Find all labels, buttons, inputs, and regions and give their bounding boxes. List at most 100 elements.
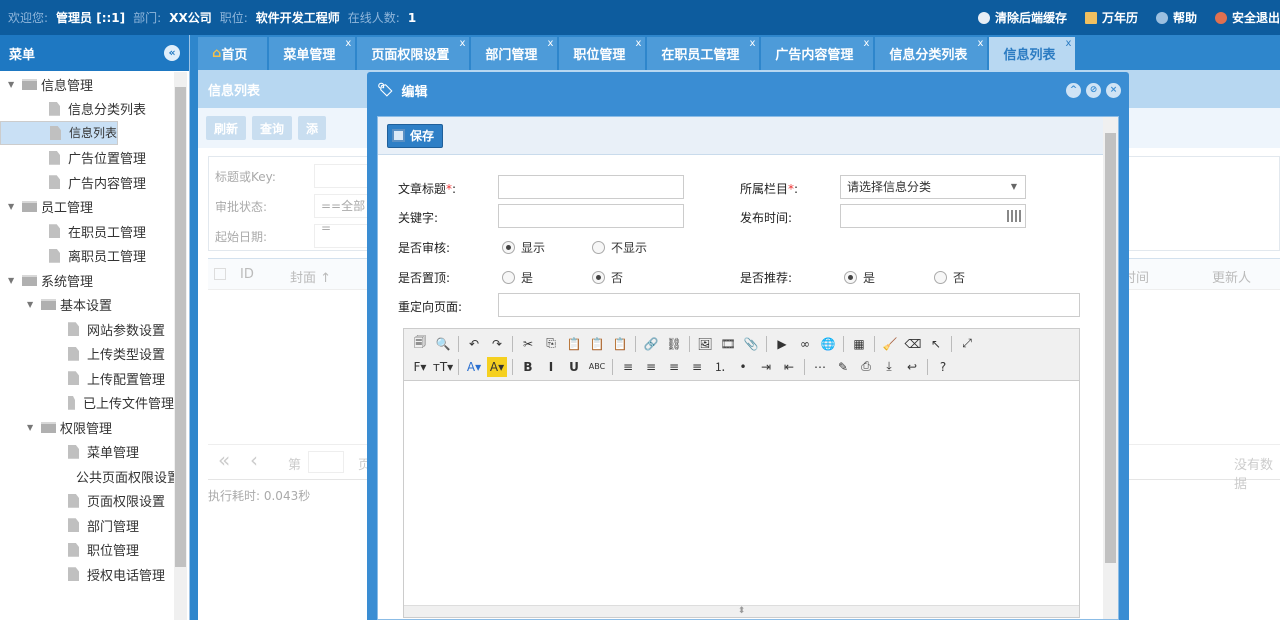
sidebar-item[interactable]: 离职员工管理 [0,244,174,269]
editor-resize-handle[interactable]: ⬍ [404,605,1079,617]
editor-tool-icon[interactable]: 📋 [610,334,630,354]
start-date-input[interactable] [314,224,374,248]
editor-tool-icon[interactable]: ≡ [641,357,661,377]
editor-tool-icon[interactable]: ⒈ [710,357,730,377]
tab-close-icon[interactable]: x [1066,38,1072,49]
editor-tool-icon[interactable]: ↶ [464,334,484,354]
prev-page-button[interactable]: ‹ [250,448,258,472]
tab[interactable]: 在职员工管理 x [647,37,760,70]
tab[interactable]: 菜单管理 x [269,37,356,70]
editor-tool-icon[interactable]: B [518,357,538,377]
editor-tool-icon[interactable]: ⎙ [856,357,876,377]
editor-tool-icon[interactable]: 🧹 [880,334,900,354]
tab[interactable]: 广告内容管理 x [761,37,874,70]
editor-tool-icon[interactable]: 🗐 [410,334,430,354]
keyword-input[interactable] [498,204,684,228]
editor-tool-icon[interactable]: ↖ [926,334,946,354]
tab-close-icon[interactable]: x [345,38,351,49]
expand-icon[interactable]: ▼ [8,80,18,89]
sidebar-item[interactable]: 在职员工管理 [0,219,174,244]
tab-close-icon[interactable]: x [635,38,641,49]
sidebar-item[interactable]: 广告内容管理 [0,170,174,195]
publish-time-input[interactable] [840,204,1026,228]
sidebar-item[interactable]: 上传配置管理 [0,366,174,391]
sidebar-item[interactable]: ▼ 权限管理 [0,415,174,440]
editor-tool-icon[interactable]: ≡ [618,357,638,377]
editor-tool-icon[interactable]: ✂ [518,334,538,354]
save-button[interactable]: 保存 [387,123,444,148]
editor-tool-icon[interactable]: I [541,357,561,377]
tab[interactable]: ⌂ 首页 [198,37,268,70]
tab-close-icon[interactable]: x [978,38,984,49]
clear-cache-button[interactable]: 清除后端缓存 [977,9,1067,26]
tab[interactable]: 信息分类列表 x [875,37,988,70]
sidebar-scrollbar[interactable] [174,72,187,620]
tab[interactable]: 页面权限设置 x [357,37,470,70]
col-updater[interactable]: 更新人 [1212,267,1251,286]
status-select[interactable]: ==全部= [314,194,374,235]
dialog-scrollbar[interactable] [1103,117,1118,619]
splitter[interactable] [190,35,198,620]
editor-tool-icon[interactable]: ⤓ [879,357,899,377]
tab-close-icon[interactable]: x [749,38,755,49]
editor-tool-icon[interactable]: ∞ [795,334,815,354]
editor-tool-icon[interactable]: ⋯ [810,357,830,377]
col-cover[interactable]: 封面 ↑ [290,267,331,286]
editor-tool-icon[interactable]: тT▾ [433,357,453,377]
editor-tool-icon[interactable]: ≡ [687,357,707,377]
tab-close-icon[interactable]: x [864,38,870,49]
top-radio-no[interactable]: 否 [592,269,623,286]
editor-tool-icon[interactable]: ⇤ [779,357,799,377]
editor-tool-icon[interactable]: ⌫ [903,334,923,354]
editor-tool-icon[interactable]: 🔗 [641,334,661,354]
editor-tool-icon[interactable]: A▾ [464,357,484,377]
editor-tool-icon[interactable]: ↷ [487,334,507,354]
calendar-button[interactable]: 万年历 [1084,9,1138,26]
sidebar-item[interactable]: 部门管理 [0,513,174,538]
calendar-icon[interactable] [1007,210,1021,222]
title-key-input[interactable] [314,164,374,188]
sidebar-item[interactable]: 广告位置管理 [0,146,174,171]
editor-tool-icon[interactable]: ≡ [664,357,684,377]
editor-tool-icon[interactable]: 🎞 [718,334,738,354]
editor-tool-icon[interactable]: ↩ [902,357,922,377]
audit-radio-show[interactable]: 显示 [502,239,545,256]
collapse-dialog-button[interactable]: ^ [1066,83,1081,98]
editor-tool-icon[interactable]: ✎ [833,357,853,377]
sidebar-item[interactable]: ▼ 信息管理 [0,72,174,97]
sidebar-item[interactable]: 信息列表 [0,121,119,145]
top-radio-yes[interactable]: 是 [502,269,533,286]
help-button[interactable]: 帮助 [1155,9,1197,26]
close-dialog-button[interactable]: × [1106,83,1121,98]
article-title-input[interactable] [498,175,684,199]
sidebar-item[interactable]: 信息分类列表 [0,97,174,122]
add-button[interactable]: 添 [298,116,327,140]
editor-tool-icon[interactable]: ▶ [772,334,792,354]
editor-tool-icon[interactable]: 🖼 [695,334,715,354]
page-input[interactable] [308,451,344,473]
recommend-radio-yes[interactable]: 是 [844,269,875,286]
editor-tool-icon[interactable]: 📋 [564,334,584,354]
editor-tool-icon[interactable]: ABC [587,357,607,377]
tab[interactable]: 职位管理 x [559,37,646,70]
sidebar-item[interactable]: 授权电话管理 [0,562,174,587]
editor-content[interactable] [404,381,1079,605]
sidebar-item[interactable]: ▼ 基本设置 [0,293,174,318]
editor-tool-icon[interactable]: U [564,357,584,377]
audit-radio-hide[interactable]: 不显示 [592,239,647,256]
maximize-dialog-button[interactable]: ⊘ [1086,83,1101,98]
collapse-icon[interactable]: « [164,45,180,61]
recommend-radio-no[interactable]: 否 [934,269,965,286]
first-page-button[interactable]: « [218,448,230,472]
tab[interactable]: 信息列表 x [989,37,1076,70]
category-select[interactable]: 请选择信息分类 ▼ [840,175,1026,199]
editor-tool-icon[interactable]: A▾ [487,356,507,377]
editor-tool-icon[interactable]: F▾ [410,357,430,377]
expand-icon[interactable]: ▼ [8,276,18,285]
editor-tool-icon[interactable]: ▦ [849,334,869,354]
sidebar-item[interactable]: ▼ 系统管理 [0,268,174,293]
editor-tool-icon[interactable]: ⇥ [756,357,776,377]
editor-tool-icon[interactable]: ⤢ [957,334,977,354]
sidebar-item[interactable]: 页面权限设置 [0,489,174,514]
logout-button[interactable]: 安全退出 [1214,9,1280,26]
